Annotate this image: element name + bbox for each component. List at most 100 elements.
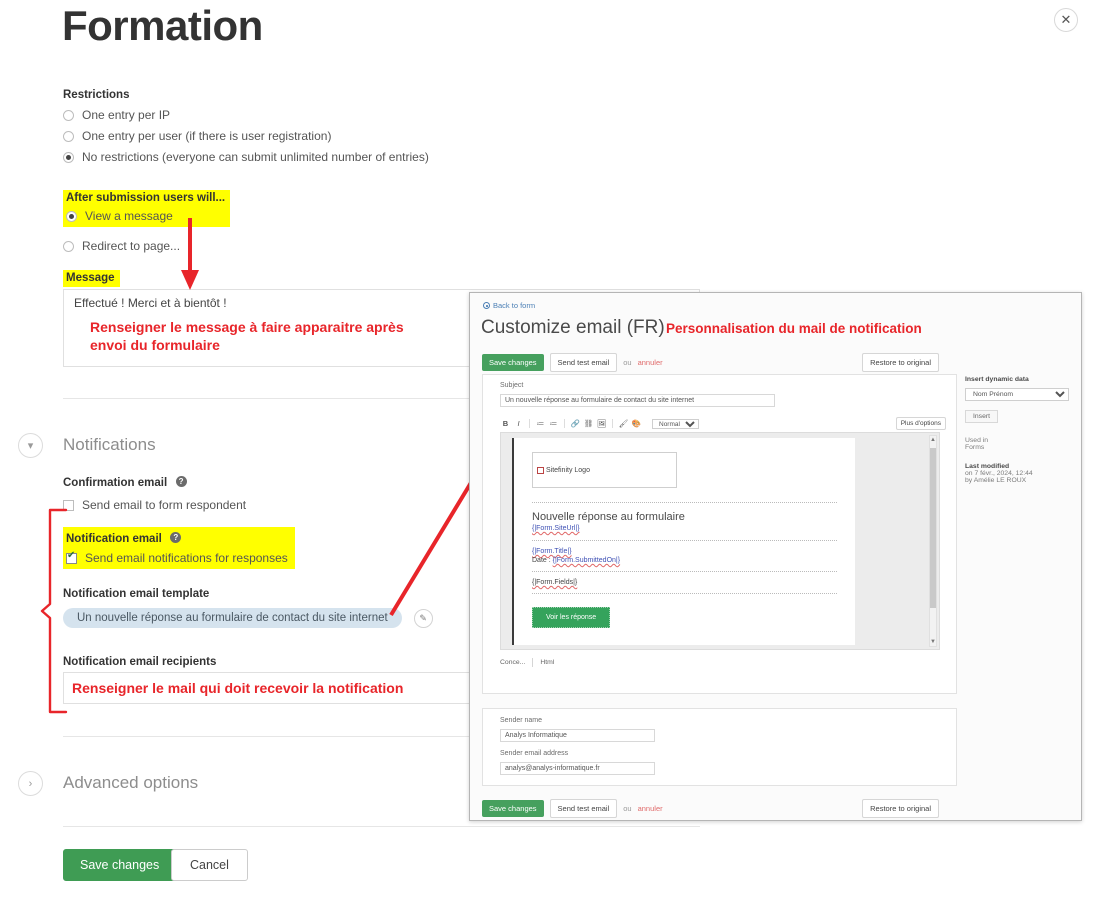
tab-concepteur[interactable]: Conce... xyxy=(500,659,525,666)
scroll-down-icon[interactable]: ▼ xyxy=(930,638,936,646)
modal-send-test-email-bottom[interactable]: Send test email xyxy=(550,799,618,818)
modal-restore-to-original-top[interactable]: Restore to original xyxy=(862,353,939,372)
tab-divider xyxy=(532,658,533,667)
sender-name-label: Sender name xyxy=(500,717,542,724)
notification-recipients-label: Notification email recipients xyxy=(63,656,216,668)
scroll-thumb[interactable] xyxy=(930,448,936,608)
last-modified-label: Last modified xyxy=(965,463,1075,470)
toolbar-divider xyxy=(564,419,565,428)
modal-title: Customize email (FR) xyxy=(481,317,665,339)
advanced-options-heading: Advanced options xyxy=(63,773,198,793)
confirmation-email-label-row: Confirmation email ? xyxy=(63,473,246,491)
link-icon[interactable]: 🔗 xyxy=(570,418,581,429)
modal-bottom-toolbar: Save changes Send test email ou annuler xyxy=(482,799,663,818)
insert-button[interactable]: Insert xyxy=(965,410,998,423)
restrictions-group: Restrictions One entry per IP One entry … xyxy=(63,89,429,164)
modal-cancel-link-top[interactable]: annuler xyxy=(638,358,663,367)
italic-icon[interactable]: I xyxy=(513,418,524,429)
modal-sidebar: Insert dynamic data Nom Prénom Insert Us… xyxy=(965,376,1075,484)
modal-save-changes-bottom[interactable]: Save changes xyxy=(482,800,544,817)
image-icon[interactable]: 🖼 xyxy=(596,418,607,429)
modal-save-changes-top[interactable]: Save changes xyxy=(482,354,544,371)
back-icon xyxy=(483,302,490,309)
radio-redirect-to-page[interactable]: Redirect to page... xyxy=(63,239,230,253)
style-select[interactable]: Normal xyxy=(652,419,699,429)
cancel-button[interactable]: Cancel xyxy=(171,849,248,881)
last-modified-date: on 7 févr., 2024, 12:44 xyxy=(965,470,1075,477)
radio-icon-selected xyxy=(66,211,77,222)
editor-scrollbar[interactable]: ▲ ▼ xyxy=(929,435,937,647)
toolbar-divider xyxy=(612,419,613,428)
radio-one-entry-per-ip[interactable]: One entry per IP xyxy=(63,108,429,122)
last-modified-by: by Amélie LE ROUX xyxy=(965,477,1075,484)
used-in-label: Used in xyxy=(965,437,1075,444)
checkbox-send-email-to-respondent[interactable]: Send email to form respondent xyxy=(63,498,246,512)
radio-icon xyxy=(63,110,74,121)
sender-email-label: Sender email address xyxy=(500,750,568,757)
email-preview-area[interactable]: Sitefinity Logo Nouvelle réponse au form… xyxy=(500,432,940,650)
modal-send-test-email-top[interactable]: Send test email xyxy=(550,353,618,372)
pencil-icon[interactable]: ✎ xyxy=(414,609,433,628)
recipients-annotation: Renseigner le mail qui doit recevoir la … xyxy=(72,679,403,697)
voir-les-reponse-button[interactable]: Voir les réponse xyxy=(532,607,610,628)
ordered-list-icon[interactable]: ≔ xyxy=(535,418,546,429)
modal-top-toolbar: Save changes Send test email ou annuler xyxy=(482,353,663,372)
sitefinity-logo-placeholder: Sitefinity Logo xyxy=(532,452,677,488)
email-heading: Nouvelle réponse au formulaire xyxy=(532,511,837,523)
notification-template-pill[interactable]: Un nouvelle réponse au formulaire de con… xyxy=(63,608,402,628)
dynamic-data-select[interactable]: Nom Prénom xyxy=(965,388,1069,401)
unordered-list-icon[interactable]: ≔ xyxy=(548,418,559,429)
used-in-value: Forms xyxy=(965,444,1075,451)
form-fields-token: {|Form.Fields|} xyxy=(532,579,837,586)
modal-editor-panel: Subject B I ≔ ≔ 🔗 ⛓ 🖼 🖌 🎨 Normal xyxy=(482,374,957,694)
tab-html[interactable]: Html xyxy=(540,659,554,666)
notification-email-highlight: Notification email ? Send email notifica… xyxy=(63,527,295,569)
more-options-button[interactable]: Plus d'options xyxy=(896,417,946,430)
back-to-form-label: Back to form xyxy=(493,301,535,310)
checkbox-send-notifications[interactable]: Send email notifications for responses xyxy=(66,551,288,565)
insert-dynamic-data-label: Insert dynamic data xyxy=(965,376,1075,383)
sender-name-input[interactable] xyxy=(500,729,655,742)
radio-one-entry-per-user[interactable]: One entry per user (if there is user reg… xyxy=(63,129,429,143)
radio-view-a-message[interactable]: View a message xyxy=(66,209,225,223)
help-icon[interactable]: ? xyxy=(176,476,187,487)
scroll-up-icon[interactable]: ▲ xyxy=(930,436,936,444)
radio-icon xyxy=(63,241,74,252)
unlink-icon[interactable]: ⛓ xyxy=(583,418,594,429)
format-paint-icon[interactable]: 🖌 xyxy=(618,418,629,429)
divider xyxy=(63,826,700,827)
sender-email-input[interactable] xyxy=(500,762,655,775)
broken-image-icon xyxy=(537,467,544,474)
editor-tabs: Conce... Html xyxy=(500,658,554,667)
radio-label: One entry per IP xyxy=(82,108,170,122)
site-url-token: {|Form.SiteUrl|} xyxy=(532,525,837,532)
message-annotation: Renseigner le message à faire apparaitre… xyxy=(90,318,430,354)
notifications-collapse-toggle[interactable]: ▾ xyxy=(18,433,43,458)
bold-icon[interactable]: B xyxy=(500,418,511,429)
modal-cancel-link-bottom[interactable]: annuler xyxy=(638,804,663,813)
notification-template-label: Notification email template xyxy=(63,588,433,600)
advanced-options-toggle[interactable]: › xyxy=(18,771,43,796)
color-icon[interactable]: 🎨 xyxy=(631,418,642,429)
sender-panel: Sender name Sender email address xyxy=(482,708,957,786)
date-prefix: Date : xyxy=(532,557,553,564)
notification-email-label-row: Notification email ? xyxy=(66,529,288,547)
modal-or-label-bottom: ou xyxy=(623,804,631,813)
radio-label: One entry per user (if there is user reg… xyxy=(82,129,331,143)
notifications-heading: Notifications xyxy=(63,435,156,455)
radio-no-restrictions[interactable]: No restrictions (everyone can submit unl… xyxy=(63,150,429,164)
toolbar-divider xyxy=(529,419,530,428)
subject-input[interactable] xyxy=(500,394,775,407)
restrictions-heading: Restrictions xyxy=(63,89,429,101)
confirmation-email-group: Confirmation email ? Send email to form … xyxy=(63,473,246,512)
back-to-form-link[interactable]: Back to form xyxy=(483,301,535,310)
modal-restore-to-original-bottom[interactable]: Restore to original xyxy=(862,799,939,818)
help-icon[interactable]: ? xyxy=(170,532,181,543)
radio-label: View a message xyxy=(85,209,173,223)
close-icon[interactable]: ✕ xyxy=(1054,8,1078,32)
save-changes-button[interactable]: Save changes xyxy=(63,849,176,881)
notification-email-label: Notification email xyxy=(66,533,162,545)
radio-label: No restrictions (everyone can submit unl… xyxy=(82,150,429,164)
message-heading: Message xyxy=(63,270,120,287)
notification-recipients-group: Notification email recipients xyxy=(63,656,216,668)
